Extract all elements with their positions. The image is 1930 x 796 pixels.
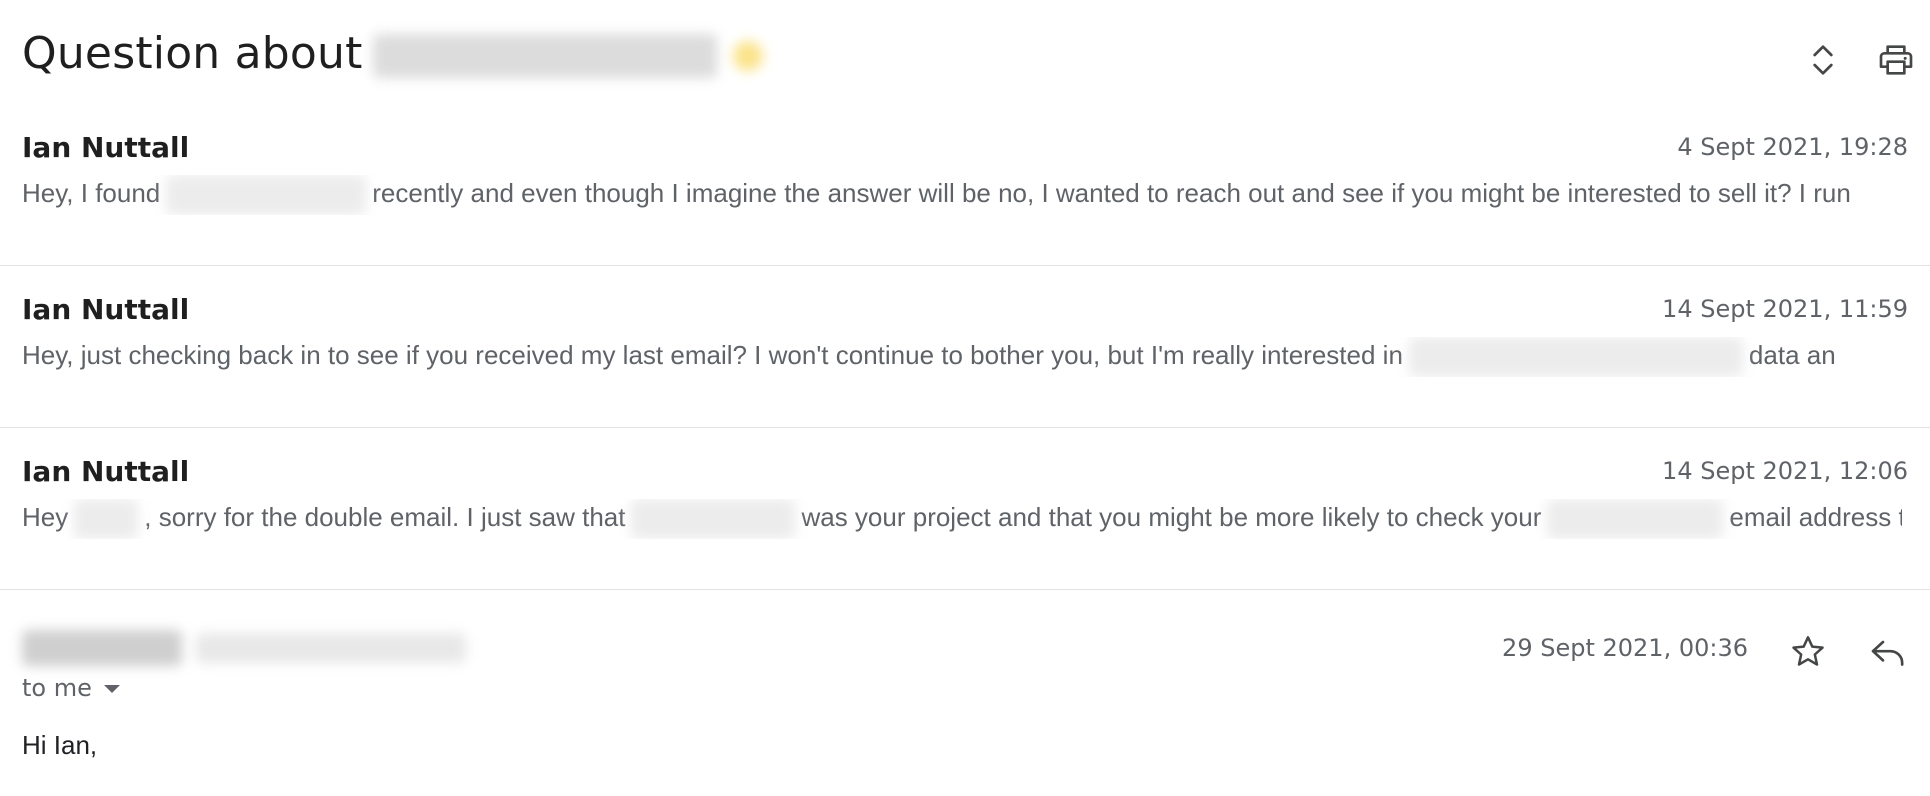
redacted-subject-domain — [372, 34, 717, 78]
snippet-text: Hey — [22, 501, 69, 532]
recipient-details-toggle[interactable]: to me — [22, 674, 120, 702]
snippet-text: recently and even though I imagine the a… — [372, 177, 1851, 208]
snippet-text: Hey, I found — [22, 177, 161, 208]
message-date: 14 Sept 2021, 11:59 — [1662, 295, 1908, 323]
expanded-message: to me 29 Sept 2021, 00:36 Hi Ian, — [0, 590, 1930, 796]
snippet-text: was your project and that you might be m… — [801, 501, 1542, 532]
important-label-icon[interactable] — [732, 41, 763, 71]
recipient-label: to me — [22, 674, 92, 702]
sender-info[interactable] — [22, 630, 466, 666]
subject-text: Question about — [22, 28, 363, 79]
redacted-text — [74, 499, 139, 539]
unfold-more-icon[interactable] — [1803, 40, 1843, 80]
message-body: Hi Ian, — [22, 730, 98, 760]
sender-name: Ian Nuttall — [22, 131, 190, 164]
snippet-text: email address t — [1729, 501, 1902, 532]
redacted-sender-email — [196, 633, 466, 663]
thread-header: Question about — [0, 0, 1930, 118]
snippet-text: data an — [1748, 339, 1836, 370]
message-date: 29 Sept 2021, 00:36 — [1502, 634, 1748, 662]
message-snippet: Hey , sorry for the double email. I just … — [22, 499, 1902, 539]
message-date: 14 Sept 2021, 12:06 — [1662, 457, 1908, 485]
star-outline-icon[interactable] — [1788, 632, 1828, 672]
redacted-sender-name — [22, 630, 182, 666]
message-date: 4 Sept 2021, 19:28 — [1677, 133, 1908, 161]
message-snippet: Hey, just checking back in to see if you… — [22, 337, 1902, 377]
sender-name: Ian Nuttall — [22, 455, 190, 488]
redacted-text — [166, 175, 367, 215]
sender-name: Ian Nuttall — [22, 293, 190, 326]
snippet-text: , sorry for the double email. I just saw… — [144, 501, 626, 532]
print-icon[interactable] — [1876, 40, 1916, 80]
redacted-text — [1547, 499, 1724, 539]
collapsed-message[interactable]: Ian Nuttall 14 Sept 2021, 12:06 Hey , sor… — [0, 427, 1930, 590]
collapsed-message[interactable]: Ian Nuttall 14 Sept 2021, 11:59 Hey, jus… — [0, 265, 1930, 428]
caret-down-icon[interactable] — [103, 685, 120, 693]
message-snippet: Hey, I found recently and even though I i… — [22, 175, 1902, 215]
snippet-text: Hey, just checking back in to see if you… — [22, 339, 1403, 370]
thread-subject: Question about — [22, 28, 763, 79]
redacted-text — [631, 499, 796, 539]
reply-icon[interactable] — [1868, 632, 1908, 672]
collapsed-message[interactable]: Ian Nuttall 4 Sept 2021, 19:28 Hey, I fo… — [0, 103, 1930, 266]
redacted-text — [1408, 337, 1743, 377]
